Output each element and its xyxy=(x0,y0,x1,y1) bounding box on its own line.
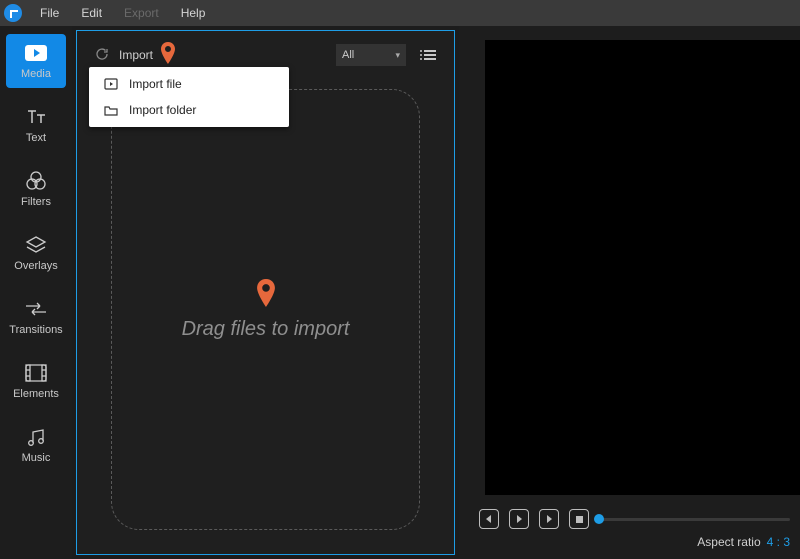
aspect-ratio-value: 4 : 3 xyxy=(767,535,790,549)
play-button[interactable] xyxy=(509,509,529,529)
sidebar-item-text[interactable]: Text xyxy=(6,98,66,152)
transitions-icon xyxy=(24,298,48,320)
transport-bar: Aspect ratio 4 : 3 xyxy=(459,503,800,559)
music-icon xyxy=(24,426,48,448)
text-icon xyxy=(24,106,48,128)
sidebar-item-overlays[interactable]: Overlays xyxy=(6,226,66,280)
marker-icon xyxy=(257,279,275,314)
preview-column: Aspect ratio 4 : 3 xyxy=(459,26,800,559)
filter-select[interactable]: All ▾ xyxy=(336,44,406,66)
filter-select-value: All xyxy=(342,49,354,61)
stop-button[interactable] xyxy=(569,509,589,529)
import-file-item[interactable]: Import file xyxy=(89,71,289,97)
import-file-icon xyxy=(103,77,119,91)
sidebar-item-transitions[interactable]: Transitions xyxy=(6,290,66,344)
sidebar-item-label: Text xyxy=(26,132,46,144)
menu-edit[interactable]: Edit xyxy=(71,2,112,24)
sidebar-item-music[interactable]: Music xyxy=(6,418,66,472)
next-frame-button[interactable] xyxy=(539,509,559,529)
playhead-knob[interactable] xyxy=(594,514,604,524)
prev-frame-button[interactable] xyxy=(479,509,499,529)
import-button[interactable]: Import xyxy=(119,48,153,62)
overlays-icon xyxy=(24,234,48,256)
sidebar-item-elements[interactable]: Elements xyxy=(6,354,66,408)
sidebar-item-filters[interactable]: Filters xyxy=(6,162,66,216)
refresh-icon[interactable] xyxy=(95,47,109,64)
aspect-ratio-display[interactable]: Aspect ratio 4 : 3 xyxy=(697,535,790,549)
filters-icon xyxy=(24,170,48,192)
sidebar-item-label: Elements xyxy=(13,388,59,400)
sidebar: Media Text Filters Overlays Transitions xyxy=(0,26,72,559)
sidebar-item-label: Media xyxy=(21,68,51,80)
elements-icon xyxy=(24,362,48,384)
preview-viewport xyxy=(485,40,800,495)
list-view-toggle[interactable] xyxy=(424,50,436,60)
menu-help[interactable]: Help xyxy=(171,2,216,24)
menubar: File Edit Export Help xyxy=(0,0,800,26)
sidebar-item-label: Filters xyxy=(21,196,51,208)
import-dropdown: Import file Import folder xyxy=(89,67,289,127)
app-logo xyxy=(4,4,22,22)
media-panel-topbar: Import All ▾ xyxy=(95,43,436,67)
dropdown-item-label: Import file xyxy=(129,77,182,91)
chevron-down-icon: ▾ xyxy=(395,50,400,61)
sidebar-item-label: Transitions xyxy=(9,324,62,336)
marker-icon xyxy=(161,42,175,64)
dropzone-text: Drag files to import xyxy=(182,318,350,341)
sidebar-item-label: Overlays xyxy=(14,260,57,272)
import-label: Import xyxy=(119,48,153,62)
media-panel: Import All ▾ Import file xyxy=(76,30,455,555)
dropzone[interactable]: Drag files to import xyxy=(111,89,420,530)
playhead-slider[interactable] xyxy=(599,518,790,521)
import-folder-item[interactable]: Import folder xyxy=(89,97,289,123)
menu-file[interactable]: File xyxy=(30,2,69,24)
sidebar-item-media[interactable]: Media xyxy=(6,34,66,88)
folder-icon xyxy=(103,103,119,117)
media-icon xyxy=(24,42,48,64)
sidebar-item-label: Music xyxy=(22,452,51,464)
menu-export: Export xyxy=(114,2,169,24)
dropdown-item-label: Import folder xyxy=(129,103,196,117)
aspect-ratio-label: Aspect ratio xyxy=(697,535,760,549)
work-area: Media Text Filters Overlays Transitions xyxy=(0,26,800,559)
